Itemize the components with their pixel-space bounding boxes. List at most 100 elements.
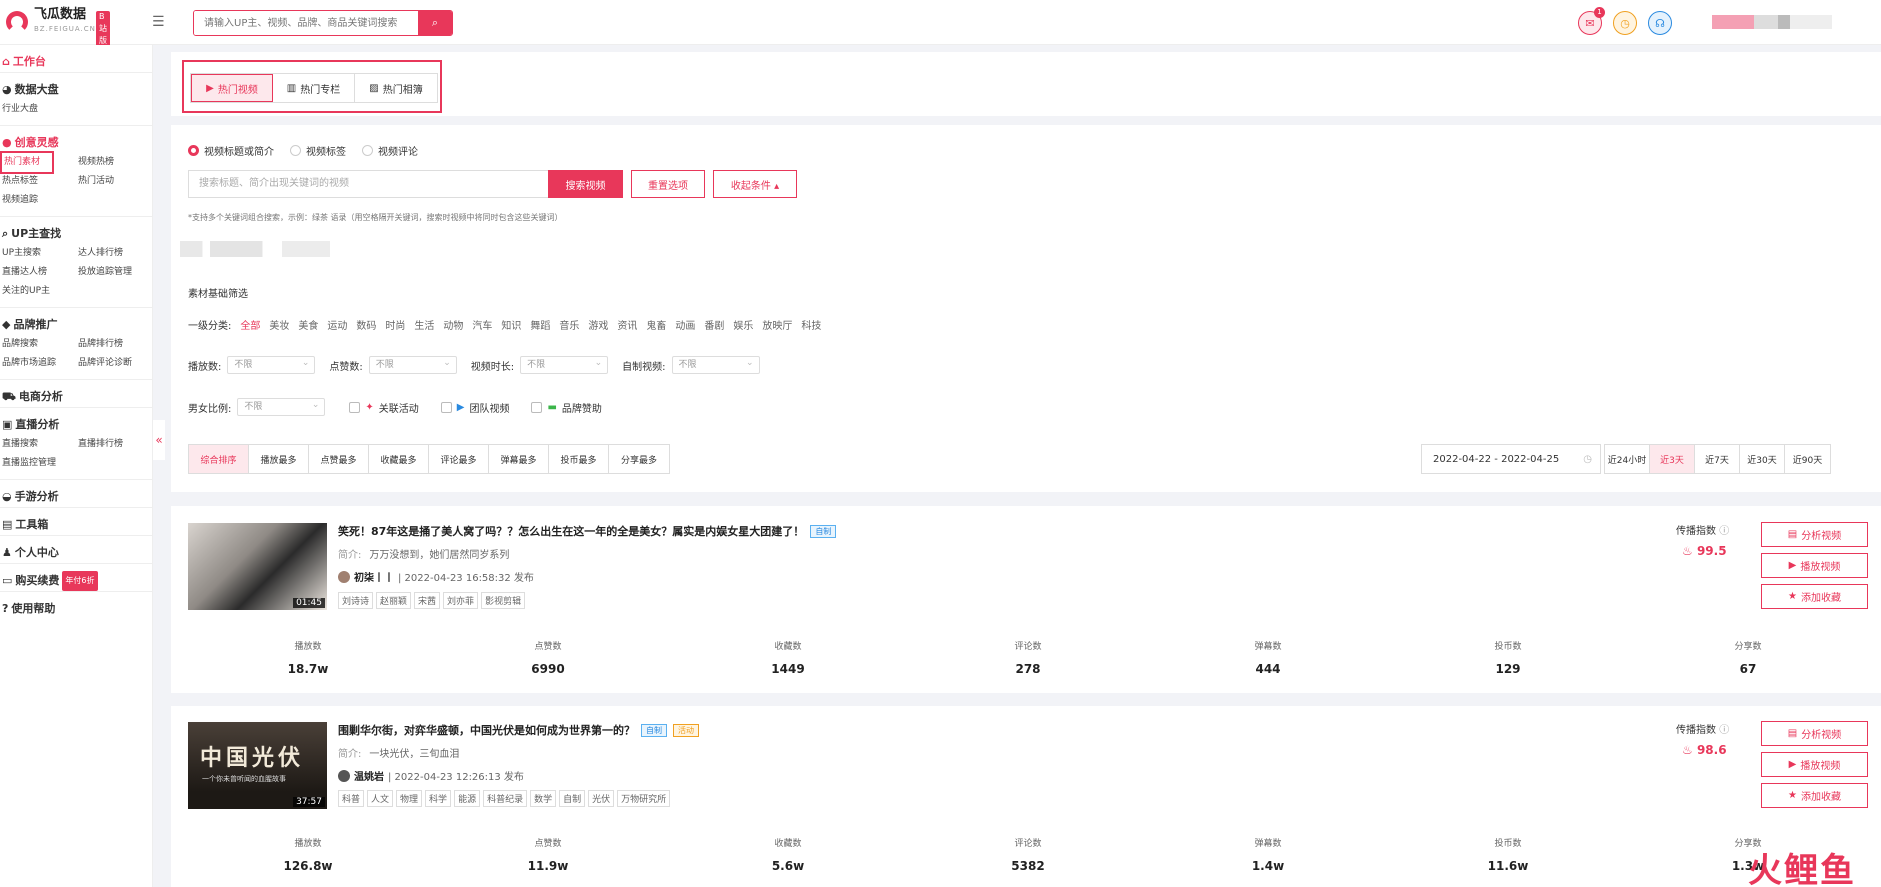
date-range-picker[interactable]: 2022-04-22 - 2022-04-25 ◷	[1421, 444, 1601, 474]
analyze-video-button[interactable]: ▤ 分析视频	[1761, 721, 1868, 746]
collapse-sidebar-icon[interactable]: «	[153, 420, 165, 460]
video-tag[interactable]: 刘诗诗	[338, 592, 374, 609]
range-item[interactable]: 近3天	[1650, 445, 1695, 473]
avatar[interactable]	[338, 570, 350, 583]
play-video-button[interactable]: ▶ 播放视频	[1761, 752, 1868, 777]
sidebar-group-brand[interactable]: ◆ 品牌推广	[2, 315, 150, 335]
user-info[interactable]	[1712, 15, 1832, 29]
video-title[interactable]: 围剿华尔街，对弈华盛顿，中国光伏是如何成为世界第一的？ 自制 活动	[338, 722, 699, 738]
menu-toggle-icon[interactable]: ☰	[152, 14, 165, 30]
category-item[interactable]: 汽车	[472, 317, 492, 332]
add-favorite-button[interactable]: ★ 添加收藏	[1761, 783, 1868, 808]
reset-button[interactable]: 重置选项	[631, 170, 705, 198]
category-item[interactable]: 动画	[675, 317, 695, 332]
radio-tag[interactable]: 视频标签	[290, 143, 346, 158]
sidebar-item-followed[interactable]: 关注的UP主	[2, 282, 78, 301]
sidebar-item-ad-track[interactable]: 投放追踪管理	[78, 263, 154, 282]
sidebar-item-brand-search[interactable]: 品牌搜索	[2, 335, 78, 354]
category-item[interactable]: 舞蹈	[530, 317, 550, 332]
customer-service-icon[interactable]: ☊	[1648, 11, 1672, 35]
range-item[interactable]: 近7天	[1695, 445, 1740, 473]
video-tag[interactable]: 光伏	[588, 790, 615, 807]
video-tag[interactable]: 赵丽颖	[376, 592, 412, 609]
category-item[interactable]: 资讯	[617, 317, 637, 332]
sidebar-item-brand-comment[interactable]: 品牌评论诊断	[78, 354, 154, 373]
tab-hot-column[interactable]: ▥ 热门专栏	[273, 74, 355, 102]
category-item[interactable]: 鬼畜	[646, 317, 666, 332]
like-count-select[interactable]: 不限	[368, 355, 457, 374]
sidebar-item-up-search[interactable]: UP主搜索	[2, 244, 78, 263]
sidebar-item-live-rank[interactable]: 直播达人榜	[2, 263, 78, 282]
sidebar-group-up[interactable]: ⌕ UP主查找	[2, 224, 150, 244]
range-item[interactable]: 近24小时	[1605, 445, 1650, 473]
sidebar-help[interactable]: ? 使用帮助	[2, 599, 150, 619]
category-item[interactable]: 知识	[501, 317, 521, 332]
category-item[interactable]: 娱乐	[733, 317, 753, 332]
sort-item[interactable]: 播放最多	[249, 445, 309, 473]
search-button[interactable]: ⌕	[418, 11, 452, 35]
collapse-filters-button[interactable]: 收起条件 ▴	[713, 170, 797, 198]
category-item[interactable]: 音乐	[559, 317, 579, 332]
sort-item[interactable]: 投币最多	[549, 445, 609, 473]
radio-title[interactable]: 视频标题或简介	[188, 143, 274, 158]
sidebar-item-brand-market[interactable]: 品牌市场追踪	[2, 354, 78, 373]
category-item[interactable]: 运动	[327, 317, 347, 332]
category-item[interactable]: 全部	[240, 317, 260, 332]
sidebar-group-dashboard[interactable]: ◕ 数据大盘	[2, 80, 150, 100]
search-video-button[interactable]: 搜索视频	[548, 170, 623, 198]
keyword-input[interactable]: 搜索标题、简介出现关键词的视频	[188, 170, 548, 198]
category-item[interactable]: 生活	[414, 317, 434, 332]
category-item[interactable]: 时尚	[385, 317, 405, 332]
category-item[interactable]: 美妆	[269, 317, 289, 332]
video-tag[interactable]: 刘亦菲	[443, 592, 479, 609]
logo[interactable]: 飞瓜数据 BZ.FEIGUA.CN B站版	[6, 8, 110, 47]
sidebar-item-live-monitor[interactable]: 直播监控管理	[2, 454, 78, 473]
sidebar-group-games[interactable]: ◒ 手游分析	[2, 487, 150, 507]
tab-hot-video[interactable]: ▶ 热门视频	[191, 74, 273, 102]
play-video-button[interactable]: ▶ 播放视频	[1761, 553, 1868, 578]
clock-icon[interactable]: ◷	[1613, 11, 1637, 35]
sidebar-group-live[interactable]: ▣ 直播分析	[2, 415, 150, 435]
sidebar-group-profile[interactable]: ♟ 个人中心	[2, 543, 150, 563]
video-thumbnail[interactable]: 中国光伏 一个你未曾听闻的血腥故事 37:57	[188, 722, 327, 809]
gender-ratio-select[interactable]: 不限	[237, 397, 326, 416]
add-favorite-button[interactable]: ★ 添加收藏	[1761, 584, 1868, 609]
sidebar-item-brand-rank[interactable]: 品牌排行榜	[78, 335, 154, 354]
video-tag[interactable]: 影视剪辑	[481, 592, 526, 609]
video-tag[interactable]: 万物研究所	[617, 790, 671, 807]
sidebar-item-live-search[interactable]: 直播搜索	[2, 435, 78, 454]
category-item[interactable]: 动物	[443, 317, 463, 332]
sidebar-item-live-ranking[interactable]: 直播排行榜	[78, 435, 154, 454]
sidebar-group-ecommerce[interactable]: ⛟ 电商分析	[2, 387, 150, 407]
range-item[interactable]: 近90天	[1785, 445, 1830, 473]
search-input[interactable]	[194, 11, 418, 35]
sort-item[interactable]: 综合排序	[189, 445, 249, 473]
sidebar-item-hot-tags[interactable]: 热点标签	[2, 172, 78, 191]
video-tag[interactable]: 科普纪录	[483, 790, 528, 807]
sidebar-group-tools[interactable]: ▤ 工具箱	[2, 515, 150, 535]
analyze-video-button[interactable]: ▤ 分析视频	[1761, 522, 1868, 547]
video-title[interactable]: 笑死！87年这是捅了美人窝了吗？？怎么出生在这一年的全是美女？属实是内娱女星大团…	[338, 523, 837, 539]
checkbox-event[interactable]: ✦ 关联活动	[349, 400, 419, 415]
radio-comment[interactable]: 视频评论	[362, 143, 418, 158]
sidebar-item-industry[interactable]: 行业大盘	[2, 100, 78, 119]
sort-item[interactable]: 弹幕最多	[489, 445, 549, 473]
duration-select[interactable]: 不限	[520, 355, 609, 374]
sidebar-item-hot-events[interactable]: 热门活动	[78, 172, 154, 191]
sort-item[interactable]: 评论最多	[429, 445, 489, 473]
category-item[interactable]: 美食	[298, 317, 318, 332]
video-tag[interactable]: 科学	[425, 790, 452, 807]
play-count-select[interactable]: 不限	[227, 355, 316, 374]
sort-item[interactable]: 分享最多	[609, 445, 669, 473]
video-tag[interactable]: 数学	[530, 790, 557, 807]
range-item[interactable]: 近30天	[1740, 445, 1785, 473]
video-tag[interactable]: 能源	[454, 790, 481, 807]
sidebar-workspace[interactable]: ⌂ 工作台	[2, 52, 150, 72]
sidebar-item-video-track[interactable]: 视频追踪	[2, 191, 78, 210]
avatar[interactable]	[338, 769, 350, 782]
sort-item[interactable]: 收藏最多	[369, 445, 429, 473]
tab-hot-album[interactable]: ▨ 热门相簿	[355, 74, 437, 102]
sidebar-item-hot-material[interactable]: 热门素材	[0, 151, 54, 174]
self-made-select[interactable]: 不限	[671, 355, 760, 374]
sort-item[interactable]: 点赞最多	[309, 445, 369, 473]
